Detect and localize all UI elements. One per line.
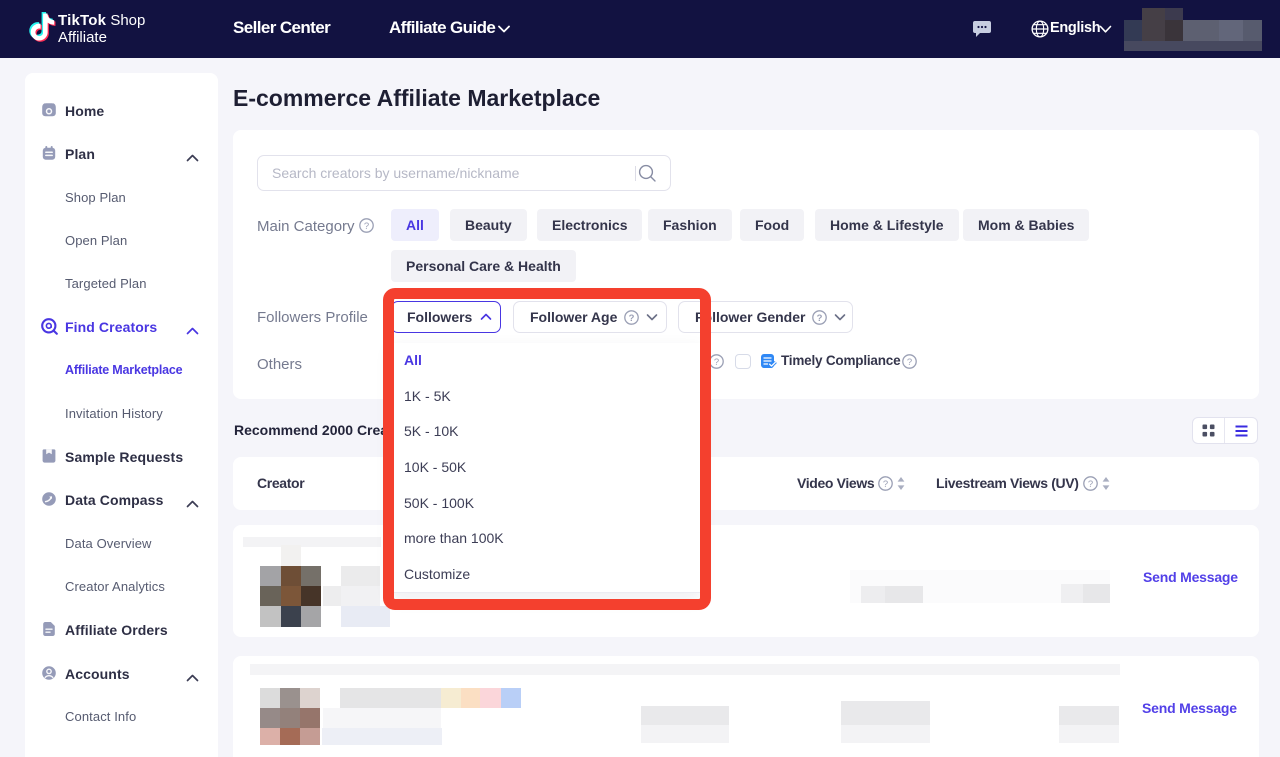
svg-text:?: ? [364,221,369,232]
svg-text:?: ? [817,312,823,323]
svg-text:?: ? [714,357,719,368]
svg-text:?: ? [883,479,888,490]
svg-text:?: ? [907,357,912,368]
svg-text:?: ? [1088,479,1093,490]
